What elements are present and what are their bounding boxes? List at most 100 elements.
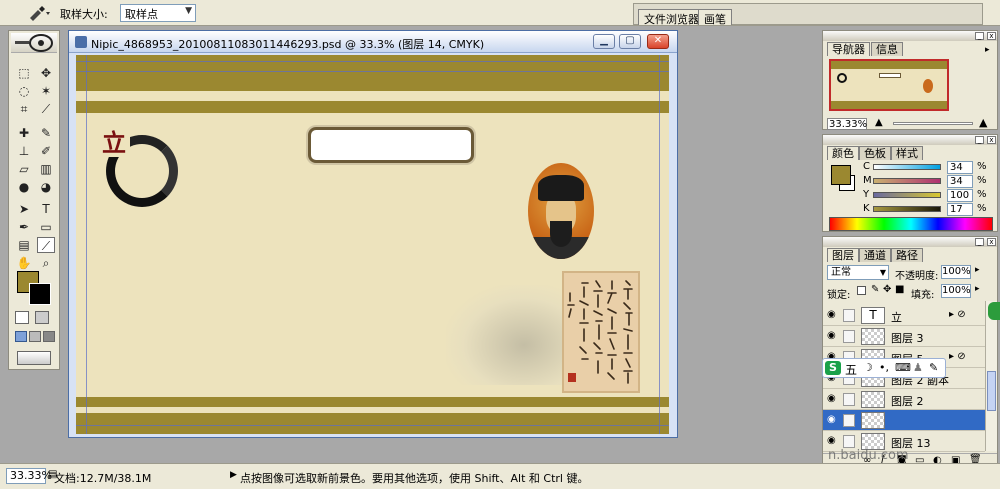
panel-minimize-button[interactable]: _ — [975, 238, 984, 246]
panel-close-button[interactable]: x — [987, 136, 996, 144]
layer-effects-icon[interactable]: ▸ ⊘ — [949, 309, 966, 320]
panel-header[interactable]: _ x — [823, 135, 997, 145]
layer-row[interactable]: ◉ 图层 3 — [823, 326, 985, 347]
layer-link-box[interactable] — [843, 414, 855, 427]
opacity-dropdown-icon[interactable]: ▸ — [975, 265, 980, 275]
maximize-button[interactable]: ▢ — [619, 34, 641, 49]
crop-icon[interactable]: ⌗ — [15, 101, 33, 117]
layer-link-box[interactable] — [843, 309, 855, 322]
layer-row[interactable]: ◉ — [823, 410, 985, 431]
panel-close-button[interactable]: x — [987, 238, 996, 246]
channel-value-field[interactable]: 100 — [947, 189, 973, 202]
ime-mode[interactable]: 五 — [845, 361, 857, 378]
scrollbar-thumb[interactable] — [987, 371, 996, 411]
color-fg-swatch[interactable] — [831, 165, 851, 185]
minimize-button[interactable]: ▁ — [593, 34, 615, 49]
tab-channels[interactable]: 通道 — [859, 248, 891, 262]
channel-value-field[interactable]: 34 — [947, 175, 973, 188]
blend-mode-select[interactable]: 正常 ▼ — [827, 265, 889, 280]
zoom-in-icon[interactable]: ▲ — [979, 116, 987, 129]
navigator-preview[interactable] — [829, 59, 949, 111]
panel-minimize-button[interactable]: _ — [975, 32, 984, 40]
opacity-field[interactable]: 100% — [941, 265, 971, 279]
tab-styles[interactable]: 样式 — [891, 146, 923, 160]
path-select-icon[interactable]: ➤ — [15, 201, 33, 217]
healing-brush-icon[interactable]: ✚ — [15, 125, 33, 141]
panel-menu-icon[interactable]: ▸ — [985, 45, 990, 55]
panel-header[interactable]: _ x — [823, 31, 997, 41]
blur-icon[interactable]: ● — [15, 179, 33, 195]
jump-to-imageready-icon[interactable] — [17, 351, 51, 365]
zoom-out-icon[interactable]: ▲ — [875, 117, 883, 128]
user-icon[interactable]: ♟ — [913, 361, 923, 374]
toolbox-header[interactable] — [11, 33, 57, 53]
clone-stamp-icon[interactable]: ⊥ — [15, 143, 33, 159]
image-canvas[interactable]: 立 — [76, 55, 669, 434]
background-color-swatch[interactable] — [29, 283, 51, 305]
navigator-zoom-slider[interactable] — [893, 122, 973, 125]
eye-icon[interactable]: ◉ — [827, 331, 839, 341]
layer-link-box[interactable] — [843, 393, 855, 406]
eye-icon[interactable]: ◉ — [827, 310, 839, 320]
tab-swatches[interactable]: 色板 — [859, 146, 891, 160]
channel-value-field[interactable]: 34 — [947, 161, 973, 174]
eye-icon[interactable]: ◉ — [827, 394, 839, 404]
panel-minimize-button[interactable]: _ — [975, 136, 984, 144]
color-spectrum-ramp[interactable] — [829, 217, 993, 231]
shape-icon[interactable]: ▭ — [37, 219, 55, 235]
lock-transparency-icon[interactable] — [857, 286, 866, 295]
eye-icon[interactable]: ◉ — [827, 415, 839, 425]
channel-slider[interactable] — [873, 206, 941, 212]
punctuation-icon[interactable]: •, — [879, 361, 889, 374]
magic-wand-icon[interactable]: ✶ — [37, 83, 55, 99]
type-icon[interactable]: T — [37, 201, 55, 217]
keyboard-icon[interactable]: ⌨ — [895, 361, 911, 374]
layers-scrollbar[interactable] — [985, 301, 997, 451]
wrench-icon[interactable]: ✎ — [929, 361, 938, 374]
panel-close-button[interactable]: x — [987, 32, 996, 40]
layer-effects-icon[interactable]: ▸ ⊘ — [949, 351, 966, 362]
sample-size-select[interactable]: 取样点 ▼ — [120, 4, 196, 22]
panel-header[interactable]: _ x — [823, 237, 997, 247]
tab-color[interactable]: 颜色 — [827, 146, 859, 160]
screen-mode-full-menu-icon[interactable] — [29, 331, 41, 342]
hand-icon[interactable]: ✋ — [15, 255, 33, 271]
status-menu-icon[interactable]: ▶ — [230, 470, 237, 480]
layer-row[interactable]: ◉ T 立 ▸ ⊘ — [823, 305, 985, 326]
channel-slider[interactable] — [873, 192, 941, 198]
fill-dropdown-icon[interactable]: ▸ — [975, 284, 980, 294]
lasso-icon[interactable]: ◌ — [15, 83, 33, 99]
tab-paths[interactable]: 路径 — [891, 248, 923, 262]
lock-move-icon[interactable]: ✥ — [883, 284, 891, 295]
tab-info[interactable]: 信息 — [871, 42, 903, 56]
side-float-button[interactable] — [988, 302, 1000, 320]
eyedropper-icon[interactable]: ⟋ — [37, 237, 55, 253]
layer-link-box[interactable] — [843, 435, 855, 448]
close-button[interactable]: ✕ — [647, 34, 669, 49]
navigator-zoom-field[interactable]: 33.33% — [827, 118, 867, 130]
move-icon[interactable]: ✥ — [37, 65, 55, 81]
moon-icon[interactable]: ☽ — [863, 361, 873, 374]
layer-link-box[interactable] — [843, 330, 855, 343]
document-titlebar[interactable]: Nipic_4868953_20100811083011446293.psd @… — [69, 31, 677, 53]
screen-mode-full-icon[interactable] — [43, 331, 55, 342]
tab-file-browser[interactable]: 文件浏览器 — [638, 9, 705, 26]
lock-all-icon[interactable]: ■ — [895, 284, 904, 295]
pen-icon[interactable]: ✒ — [15, 219, 33, 235]
lock-paint-icon[interactable]: ✎ — [871, 284, 879, 295]
tab-brushes[interactable]: 画笔 — [698, 9, 732, 26]
tab-navigator[interactable]: 导航器 — [827, 42, 870, 56]
marquee-icon[interactable]: ⬚ — [15, 65, 33, 81]
eraser-icon[interactable]: ▱ — [15, 161, 33, 177]
eyedropper-preset-icon[interactable] — [24, 4, 52, 22]
screen-mode-standard-icon[interactable] — [15, 331, 27, 342]
gradient-icon[interactable]: ▥ — [37, 161, 55, 177]
channel-slider[interactable] — [873, 164, 941, 170]
status-zoom-field[interactable]: 33.33% — [6, 468, 52, 484]
channel-slider[interactable] — [873, 178, 941, 184]
layer-row[interactable]: ◉ 图层 2 — [823, 389, 985, 410]
ime-toolbar[interactable]: S 五 ☽ •, ⌨ ♟ ✎ — [822, 358, 946, 378]
notes-icon[interactable]: ▤ — [15, 237, 33, 253]
slice-icon[interactable]: ⟋ — [37, 101, 55, 117]
zoom-icon[interactable]: ⌕ — [37, 255, 55, 271]
